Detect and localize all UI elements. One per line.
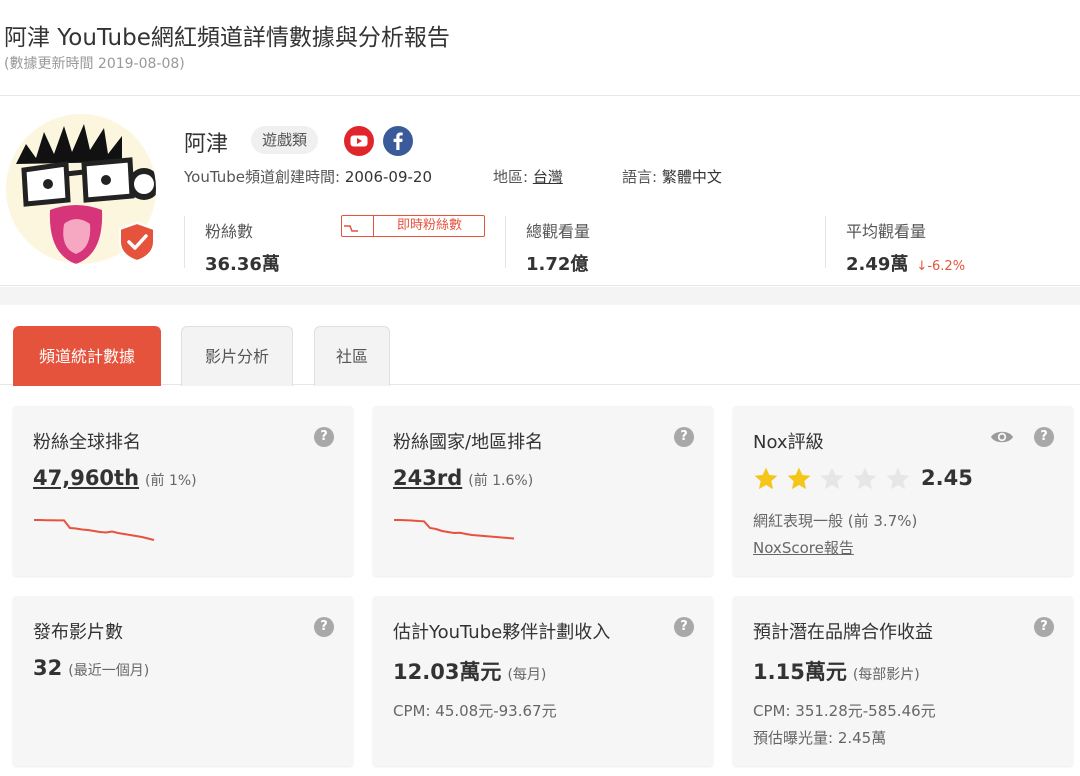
- video-count-period: (最近一個月): [68, 663, 150, 679]
- channel-name: 阿津: [184, 132, 229, 157]
- country-rank-value[interactable]: 243rd: [393, 466, 462, 490]
- facebook-icon[interactable]: [383, 126, 413, 156]
- global-rank-sparkline: [34, 519, 155, 541]
- star-icon: [853, 467, 877, 490]
- tab-channel-stats[interactable]: 頻道統計數據: [13, 326, 161, 386]
- brand-revenue-title: 預計潛在品牌合作收益: [753, 622, 933, 643]
- language-value: 繁體中文: [661, 168, 722, 186]
- avg-views-value: 2.49萬: [846, 254, 909, 275]
- page-header: 阿津 YouTube網紅頻道詳情數據與分析報告 (數據更新時間 2019-08-…: [0, 0, 1080, 96]
- partner-revenue-period: (每月): [507, 667, 547, 683]
- update-time: (數據更新時間 2019-08-08): [4, 56, 185, 72]
- country-rank-card: 粉絲國家/地區排名 ? 243rd (前 1.6%): [373, 406, 713, 576]
- partner-revenue-card: 估計YouTube夥伴計劃收入 ? 12.03萬元 (每月) CPM: 45.08…: [373, 596, 713, 766]
- section-divider: [0, 287, 1080, 305]
- global-rank-value-row: 47,960th (前 1%): [33, 466, 197, 490]
- language-label: 語言:: [622, 168, 662, 186]
- created-label: YouTube頻道創建時間:: [184, 168, 345, 186]
- star-icon: [787, 467, 811, 490]
- partner-revenue-value-row: 12.03萬元 (每月): [393, 656, 546, 686]
- global-rank-value[interactable]: 47,960th: [33, 466, 139, 490]
- country-rank-sparkline: [394, 519, 515, 540]
- down-arrow-icon: ↓: [916, 259, 928, 274]
- avg-views-change: ↓-6.2%: [916, 259, 965, 274]
- country-rank-title: 粉絲國家/地區排名: [393, 432, 544, 453]
- partner-revenue-value: 12.03萬元: [393, 660, 502, 684]
- created-date: YouTube頻道創建時間: 2006-09-20: [184, 166, 432, 187]
- tab-community[interactable]: 社區: [314, 326, 390, 386]
- created-value: 2006-09-20: [344, 168, 433, 186]
- nox-rating-card: Nox評級 ? 2.45 網紅表現一般 (前 3.7%) NoxScore報告: [733, 406, 1073, 576]
- avg-views-stat: 平均觀看量 2.49萬 ↓-6.2%: [825, 216, 1065, 275]
- pulse-icon: [342, 216, 374, 236]
- partner-revenue-title: 估計YouTube夥伴計劃收入: [393, 622, 611, 643]
- video-count-value-row: 32 (最近一個月): [33, 656, 149, 680]
- brand-revenue-cpm: CPM: 351.28元-585.46元: [753, 702, 936, 720]
- noxscore-report-link[interactable]: NoxScore報告: [753, 537, 854, 558]
- total-views-value: 1.72億: [526, 254, 589, 275]
- help-icon[interactable]: ?: [1034, 427, 1054, 447]
- region-link[interactable]: 台灣: [533, 168, 563, 186]
- tab-video-analysis[interactable]: 影片分析: [181, 326, 293, 386]
- realtime-button-label: 即時粉絲數: [396, 218, 462, 233]
- brand-revenue-value: 1.15萬元: [753, 660, 847, 684]
- video-count-value: 32: [33, 656, 63, 680]
- help-icon[interactable]: ?: [314, 617, 334, 637]
- sparkline-path: [34, 519, 155, 541]
- realtime-subscribers-button[interactable]: 即時粉絲數: [341, 215, 485, 237]
- star-icon: [886, 467, 910, 490]
- nox-score: 2.45: [921, 466, 973, 490]
- country-rank-value-row: 243rd (前 1.6%): [393, 466, 533, 490]
- page-title: 阿津 YouTube網紅頻道詳情數據與分析報告: [4, 25, 450, 51]
- star-icon: [820, 467, 844, 490]
- nox-rating-title: Nox評級: [753, 432, 824, 453]
- partner-revenue-cpm: CPM: 45.08元-93.67元: [393, 702, 557, 720]
- global-rank-card: 粉絲全球排名 ? 47,960th (前 1%): [13, 406, 353, 576]
- stats-content: 粉絲全球排名 ? 47,960th (前 1%) 粉絲國家/地區排名 ? 243r…: [0, 386, 1080, 776]
- tab-bar: 頻道統計數據 影片分析 社區: [0, 305, 1080, 386]
- avg-views-change-value: -6.2%: [927, 259, 966, 274]
- help-icon[interactable]: ?: [674, 617, 694, 637]
- subscribers-value: 36.36萬: [205, 254, 280, 275]
- avg-views-value-row: 2.49萬 ↓-6.2%: [846, 250, 1065, 276]
- total-views-label: 總觀看量: [526, 222, 591, 241]
- country-rank-percentile: (前 1.6%): [468, 473, 534, 489]
- brand-revenue-value-row: 1.15萬元 (每部影片): [753, 656, 920, 686]
- help-icon[interactable]: ?: [674, 427, 694, 447]
- video-count-title: 發布影片數: [33, 622, 123, 643]
- nox-description: 網紅表現一般 (前 3.7%): [753, 512, 918, 530]
- brand-revenue-period: (每部影片): [852, 667, 920, 683]
- youtube-icon[interactable]: [344, 126, 374, 156]
- brand-revenue-exposure: 預估曝光量: 2.45萬: [753, 729, 887, 747]
- avg-views-label: 平均觀看量: [846, 222, 927, 241]
- sparkline-path: [394, 519, 515, 540]
- global-rank-title: 粉絲全球排名: [33, 432, 141, 453]
- eye-icon[interactable]: [990, 428, 1014, 446]
- star-icon: [754, 467, 778, 490]
- help-icon[interactable]: ?: [1034, 617, 1054, 637]
- help-icon[interactable]: ?: [314, 427, 334, 447]
- global-rank-percentile: (前 1%): [145, 473, 197, 489]
- brand-revenue-card: 預計潛在品牌合作收益 ? 1.15萬元 (每部影片) CPM: 351.28元-5…: [733, 596, 1073, 766]
- total-views-stat: 總觀看量 1.72億: [505, 216, 805, 275]
- video-count-card: 發布影片數 ? 32 (最近一個月): [13, 596, 353, 766]
- channel-profile: 阿津 遊戲類 YouTube頻道創建時間: 2006-09-20 地區: 台灣 …: [0, 96, 1080, 286]
- verified-shield-icon: [118, 222, 156, 262]
- region-label: 地區:: [493, 168, 533, 186]
- category-badge[interactable]: 遊戲類: [251, 126, 319, 154]
- language: 語言: 繁體中文: [622, 166, 722, 187]
- region: 地區: 台灣: [493, 166, 563, 187]
